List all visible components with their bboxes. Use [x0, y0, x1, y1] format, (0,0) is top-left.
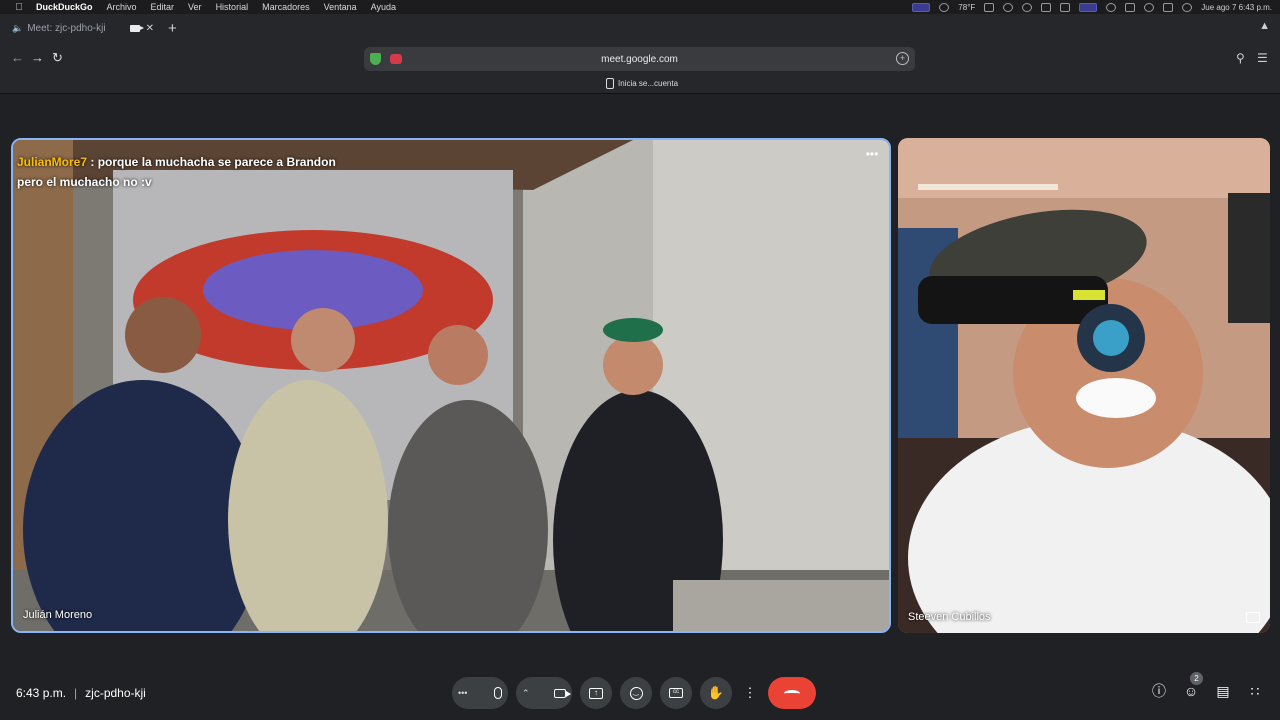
phone-icon	[606, 78, 614, 89]
microphone-icon[interactable]	[494, 687, 502, 699]
control-center-icon[interactable]	[1163, 2, 1174, 12]
apple-icon[interactable]: 	[12, 2, 26, 13]
bookmarks-bar: Inicia se...cuenta	[0, 74, 1280, 94]
menu-app-name[interactable]: DuckDuckGo	[36, 2, 93, 12]
participant-name-main: Julián Moreno	[23, 609, 93, 621]
fire-button-icon[interactable]: ▲	[1259, 20, 1270, 32]
present-icon: ↑	[589, 687, 603, 699]
reload-icon[interactable]: ↻	[52, 50, 63, 66]
reactions-button[interactable]: ‿	[620, 677, 652, 709]
menu-archivo[interactable]: Archivo	[107, 2, 137, 12]
search-icon[interactable]	[1144, 2, 1155, 12]
tracker-icon[interactable]	[390, 54, 402, 64]
meeting-info: 6:43 p.m. | zjc-pdho-kji	[16, 686, 146, 700]
camera-options-chevron-icon[interactable]: ⌃	[522, 688, 530, 699]
microphone-control[interactable]: •••	[452, 677, 508, 709]
leave-call-button[interactable]	[768, 677, 816, 709]
close-tab-icon[interactable]: ✕	[146, 23, 154, 34]
user-icon[interactable]	[1106, 2, 1117, 12]
present-screen-button[interactable]: ↑	[580, 677, 612, 709]
chat-button[interactable]: ▤	[1214, 681, 1232, 701]
menu-editar[interactable]: Editar	[151, 2, 175, 12]
menu-ver[interactable]: Ver	[188, 2, 202, 12]
address-bar[interactable]: meet.google.com +	[364, 47, 915, 71]
participant-name-side: Steeven Cubillos	[908, 611, 991, 623]
captions-button[interactable]: cc	[660, 677, 692, 709]
menu-ayuda[interactable]: Ayuda	[371, 2, 396, 12]
people-button[interactable]: ☺ 2	[1182, 672, 1203, 701]
macos-menubar:  DuckDuckGo Archivo Editar Ver Historia…	[0, 0, 1280, 14]
call-controls: ••• ⌃ ↑ ‿ cc ✋ ⋮	[452, 677, 816, 709]
emoji-icon: ‿	[629, 686, 643, 700]
fire-tab-icon[interactable]: +	[896, 52, 909, 65]
more-vertical-icon: ⋮	[743, 685, 757, 700]
stage-manager-icon[interactable]	[1079, 2, 1098, 12]
captions-icon: cc	[669, 688, 683, 698]
bookmark-label: Inicia se...cuenta	[618, 79, 679, 88]
tab-title: Meet: zjc-pdho-kji	[27, 22, 106, 34]
tile-more-options-icon[interactable]: •••	[863, 148, 881, 164]
camera-control[interactable]: ⌃	[516, 677, 572, 709]
calendar-icon[interactable]	[984, 2, 995, 12]
forward-arrow-icon[interactable]: →	[31, 50, 44, 65]
speaker-icon[interactable]: 🔈	[12, 23, 23, 34]
people-icon: ☺	[1183, 683, 1199, 699]
people-count-badge: 2	[1190, 672, 1203, 685]
menubar-status-area: 78°F Jue ago 7 6:43 p.m.	[912, 0, 1272, 14]
menubar-clock[interactable]: Jue ago 7 6:43 p.m.	[1201, 3, 1272, 12]
side-video-tile[interactable]: Steeven Cubillos	[898, 138, 1270, 633]
apps-grid-icon: ∷	[1250, 682, 1260, 699]
caption-speaker: JulianMore7	[17, 155, 88, 169]
camera-icon[interactable]	[554, 688, 571, 698]
screen-share-status-icon[interactable]	[912, 2, 931, 12]
mic-options-icon[interactable]: •••	[458, 688, 467, 698]
cloud-icon[interactable]	[939, 2, 950, 12]
meeting-code: zjc-pdho-kji	[85, 686, 146, 700]
new-tab-button[interactable]: +	[168, 20, 177, 37]
main-video-frame	[13, 140, 889, 631]
activities-button[interactable]: ∷	[1246, 681, 1264, 701]
address-text[interactable]: meet.google.com	[601, 54, 678, 65]
globe-icon[interactable]	[1003, 2, 1014, 12]
menu-hamburger-icon[interactable]: ☰	[1257, 51, 1268, 65]
bookmark-item[interactable]: Inicia se...cuenta	[606, 78, 678, 89]
privacy-shield-icon[interactable]	[370, 53, 381, 65]
menu-ventana[interactable]: Ventana	[324, 2, 357, 12]
menu-historial[interactable]: Historial	[216, 2, 249, 12]
chat-icon: ▤	[1216, 682, 1230, 699]
siri-icon[interactable]	[1182, 2, 1193, 12]
key-icon[interactable]: ⚲	[1236, 51, 1245, 65]
hand-icon: ✋	[707, 685, 725, 700]
timer-icon[interactable]	[1022, 2, 1033, 12]
browser-toolbar: ← → ↻ meet.google.com + ⚲ ☰	[0, 42, 1280, 74]
caption-line-1: : porque la muchacha se parece a Brandon	[87, 155, 336, 169]
menu-marcadores[interactable]: Marcadores	[262, 2, 310, 12]
bluetooth-icon[interactable]	[1060, 2, 1071, 12]
raise-hand-button[interactable]: ✋	[700, 677, 732, 709]
display-icon[interactable]	[1041, 2, 1052, 12]
tab-meet[interactable]: 🔈 Meet: zjc-pdho-kji ✕	[6, 16, 160, 40]
browser-tab-strip: 🔈 Meet: zjc-pdho-kji ✕ + ▲	[0, 14, 1280, 42]
side-video-frame	[898, 138, 1270, 633]
meet-stage: JulianMore7 : porque la muchacha se pare…	[0, 95, 1280, 720]
more-options-button[interactable]: ⋮	[740, 677, 760, 709]
info-icon: ⓘ	[1152, 683, 1166, 699]
picture-in-picture-icon[interactable]	[1246, 612, 1260, 623]
wifi-icon[interactable]	[1125, 2, 1136, 12]
meeting-details-button[interactable]: ⓘ	[1150, 681, 1168, 701]
caption-line-2: pero el muchacho no :v	[17, 175, 152, 189]
weather-temp[interactable]: 78°F	[958, 3, 975, 12]
main-video-tile[interactable]: JulianMore7 : porque la muchacha se pare…	[11, 138, 891, 633]
hang-up-icon	[784, 689, 800, 697]
back-arrow-icon[interactable]: ←	[11, 50, 24, 65]
meeting-side-tools: ⓘ ☺ 2 ▤ ∷	[1150, 672, 1264, 701]
camera-in-use-icon	[129, 24, 144, 32]
live-caption: JulianMore7 : porque la muchacha se pare…	[17, 152, 336, 192]
meeting-time: 6:43 p.m.	[16, 686, 67, 700]
